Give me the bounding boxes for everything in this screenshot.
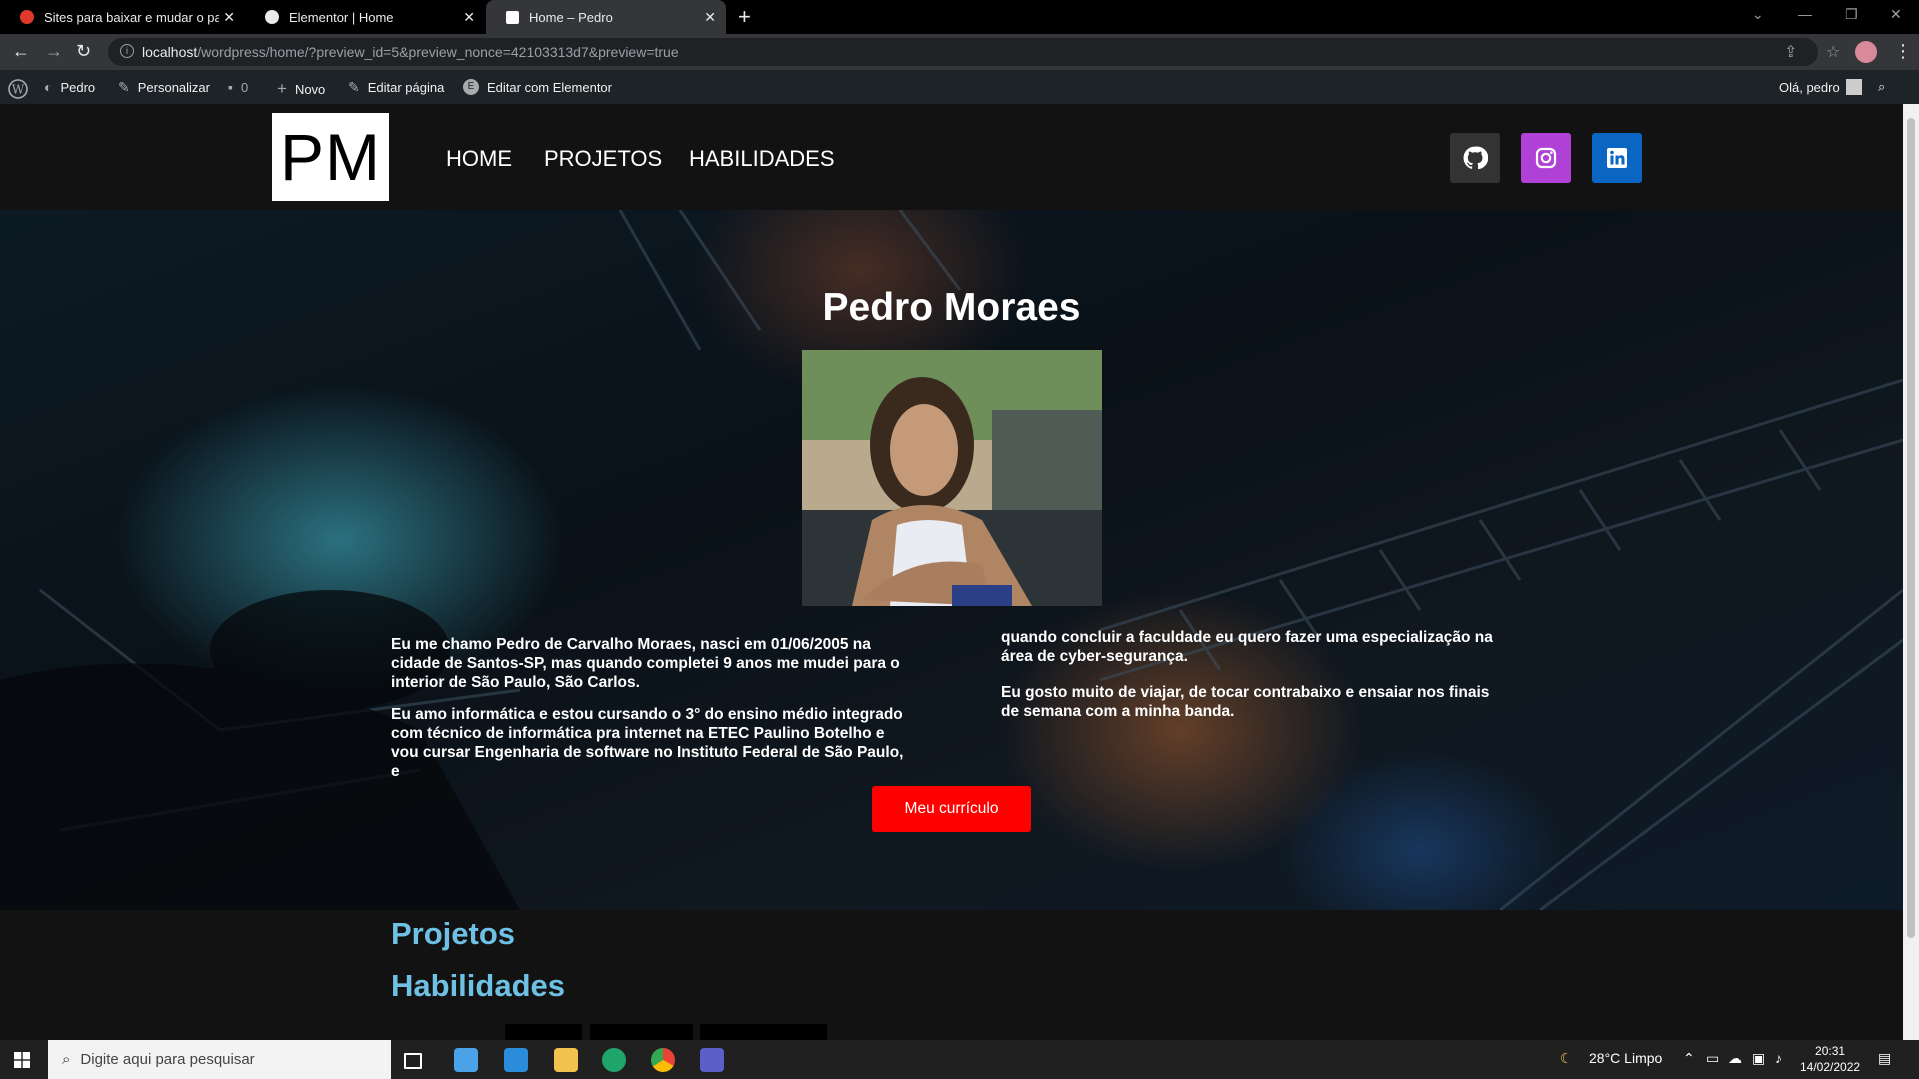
skill-block: [505, 1024, 582, 1040]
wp-customize[interactable]: ✎ Personalizar: [118, 79, 210, 96]
hero-title: Pedro Moraes: [822, 286, 1081, 329]
minimize-icon[interactable]: —: [1798, 6, 1812, 22]
wp-new[interactable]: + Novo: [277, 79, 325, 99]
onedrive-cloud-icon[interactable]: ☁: [1728, 1050, 1742, 1067]
wp-admin-bar: W ◐ Pedro ✎ Personalizar ▪ 0 + Novo ✎ Ed…: [0, 70, 1919, 104]
plus-icon: +: [277, 79, 287, 98]
close-tab-icon[interactable]: ✕: [704, 9, 716, 26]
url-path: /wordpress/home/?preview_id=5&preview_no…: [197, 44, 679, 60]
reload-icon[interactable]: ↻: [76, 41, 91, 62]
show-hidden-icons-icon[interactable]: ⌃: [1683, 1050, 1695, 1067]
wp-user-greeting[interactable]: Olá, pedro: [1779, 79, 1862, 95]
scrollbar-thumb[interactable]: [1907, 118, 1915, 938]
file-explorer-icon[interactable]: [554, 1048, 578, 1072]
windows-taskbar: ⌕ Digite aqui para pesquisar ☾ 28°C Limp…: [0, 1040, 1919, 1079]
share-icon[interactable]: ⇪: [1784, 42, 1797, 62]
browser-tab-strip: Sites para baixar e mudar o pape ✕ Eleme…: [0, 0, 1919, 34]
mail-icon[interactable]: [504, 1048, 528, 1072]
edge-icon[interactable]: [602, 1048, 626, 1072]
back-icon[interactable]: ←: [12, 41, 30, 62]
notifications-icon[interactable]: ▤: [1878, 1050, 1891, 1067]
comment-icon: ▪: [228, 79, 233, 95]
svg-text:W: W: [12, 83, 25, 97]
skill-block: [700, 1024, 827, 1040]
linkedin-button[interactable]: [1592, 133, 1642, 183]
instagram-icon: [1535, 147, 1557, 169]
restore-icon[interactable]: ❐: [1845, 6, 1858, 23]
site-info-icon[interactable]: i: [120, 44, 134, 58]
dashboard-icon: ◐: [44, 79, 53, 95]
taskbar-clock[interactable]: 20:31 14/02/2022: [1800, 1043, 1860, 1075]
profile-avatar[interactable]: [1855, 41, 1877, 63]
browser-menu-icon[interactable]: ⋮: [1894, 41, 1912, 62]
nav-home[interactable]: HOME: [446, 146, 512, 172]
about-column-left: Eu me chamo Pedro de Carvalho Moraes, na…: [391, 635, 911, 794]
browser-tab-active[interactable]: Home – Pedro ✕: [486, 0, 726, 34]
globe-icon: [265, 10, 279, 24]
profile-photo: [802, 350, 1102, 606]
network-icon[interactable]: ▣: [1752, 1050, 1765, 1067]
pencil-icon: ✎: [348, 79, 360, 95]
url-host: localhost: [142, 44, 198, 60]
close-tab-icon[interactable]: ✕: [463, 9, 475, 26]
about-paragraph: quando concluir a faculdade eu quero faz…: [1001, 629, 1493, 665]
page-scrollbar[interactable]: [1903, 104, 1919, 1040]
close-window-icon[interactable]: ✕: [1890, 6, 1902, 23]
chrome-icon[interactable]: [651, 1048, 675, 1072]
projetos-heading: Projetos: [391, 916, 516, 951]
github-button[interactable]: [1450, 133, 1500, 183]
about-paragraph: Eu me chamo Pedro de Carvalho Moraes, na…: [391, 636, 900, 691]
taskbar-search-field[interactable]: ⌕ Digite aqui para pesquisar: [48, 1040, 391, 1079]
weather-text[interactable]: 28°C Limpo: [1589, 1050, 1662, 1066]
address-bar: ← → ↻ i localhost/wordpress/home/?previe…: [0, 34, 1919, 70]
wp-edit-page[interactable]: ✎ Editar página: [348, 79, 444, 96]
microsoft-store-icon[interactable]: [454, 1048, 478, 1072]
browser-tab[interactable]: Elementor | Home ✕: [245, 0, 485, 34]
habilidades-heading: Habilidades: [391, 968, 565, 1003]
url-field[interactable]: i localhost/wordpress/home/?preview_id=5…: [108, 38, 1840, 66]
wp-edit-elementor[interactable]: E Editar com Elementor: [463, 79, 612, 95]
close-tab-icon[interactable]: ✕: [223, 9, 235, 26]
hero-section: Pedro Moraes Eu me chamo Pedro de Carval…: [0, 210, 1903, 910]
windows-start-icon[interactable]: [14, 1052, 30, 1068]
task-view-icon[interactable]: [404, 1053, 422, 1069]
volume-icon[interactable]: ♪: [1775, 1050, 1782, 1066]
nav-projetos[interactable]: PROJETOS: [544, 146, 662, 172]
github-icon: [1463, 146, 1488, 170]
skill-block: [590, 1024, 693, 1040]
tab-search-icon[interactable]: ⌄: [1752, 6, 1764, 23]
wp-comments[interactable]: ▪ 0: [228, 79, 248, 95]
wp-site-name[interactable]: ◐ Pedro: [44, 79, 95, 95]
wordpress-logo-icon[interactable]: W: [8, 79, 28, 99]
meet-now-icon[interactable]: ▭: [1706, 1050, 1719, 1067]
clock-time: 20:31: [1815, 1044, 1846, 1058]
site-logo[interactable]: PM: [272, 113, 389, 201]
forward-icon[interactable]: →: [45, 41, 63, 62]
linkedin-icon: [1607, 148, 1627, 168]
about-column-right: quando concluir a faculdade eu quero faz…: [1001, 628, 1511, 734]
instagram-button[interactable]: [1521, 133, 1571, 183]
nav-habilidades[interactable]: HABILIDADES: [689, 146, 835, 172]
search-icon: ⌕: [62, 1051, 71, 1068]
teams-icon[interactable]: [700, 1048, 724, 1072]
clock-date: 14/02/2022: [1800, 1060, 1861, 1074]
wp-search-icon[interactable]: ⌕: [1878, 79, 1885, 95]
weather-moon-icon: ☾: [1560, 1050, 1573, 1066]
browser-tab[interactable]: Sites para baixar e mudar o pape ✕: [0, 0, 245, 34]
site-header: PM HOME PROJETOS HABILIDADES: [0, 104, 1903, 210]
content-sections: Projetos Habilidades: [0, 910, 1903, 1040]
brush-icon: ✎: [118, 79, 130, 95]
site-favicon-icon: [506, 10, 519, 24]
about-paragraph: Eu gosto muito de viajar, de tocar contr…: [1001, 684, 1490, 720]
about-paragraph: Eu amo informática e estou cursando o 3°…: [391, 706, 904, 780]
bookmark-star-icon[interactable]: ☆: [1826, 42, 1840, 62]
taskbar-search-placeholder: Digite aqui para pesquisar: [80, 1051, 255, 1068]
elementor-icon: E: [463, 79, 479, 95]
resume-button[interactable]: Meu currículo: [872, 786, 1031, 832]
user-avatar: [1845, 79, 1862, 95]
site-favicon-icon: [20, 10, 34, 24]
new-tab-button[interactable]: +: [738, 4, 751, 30]
